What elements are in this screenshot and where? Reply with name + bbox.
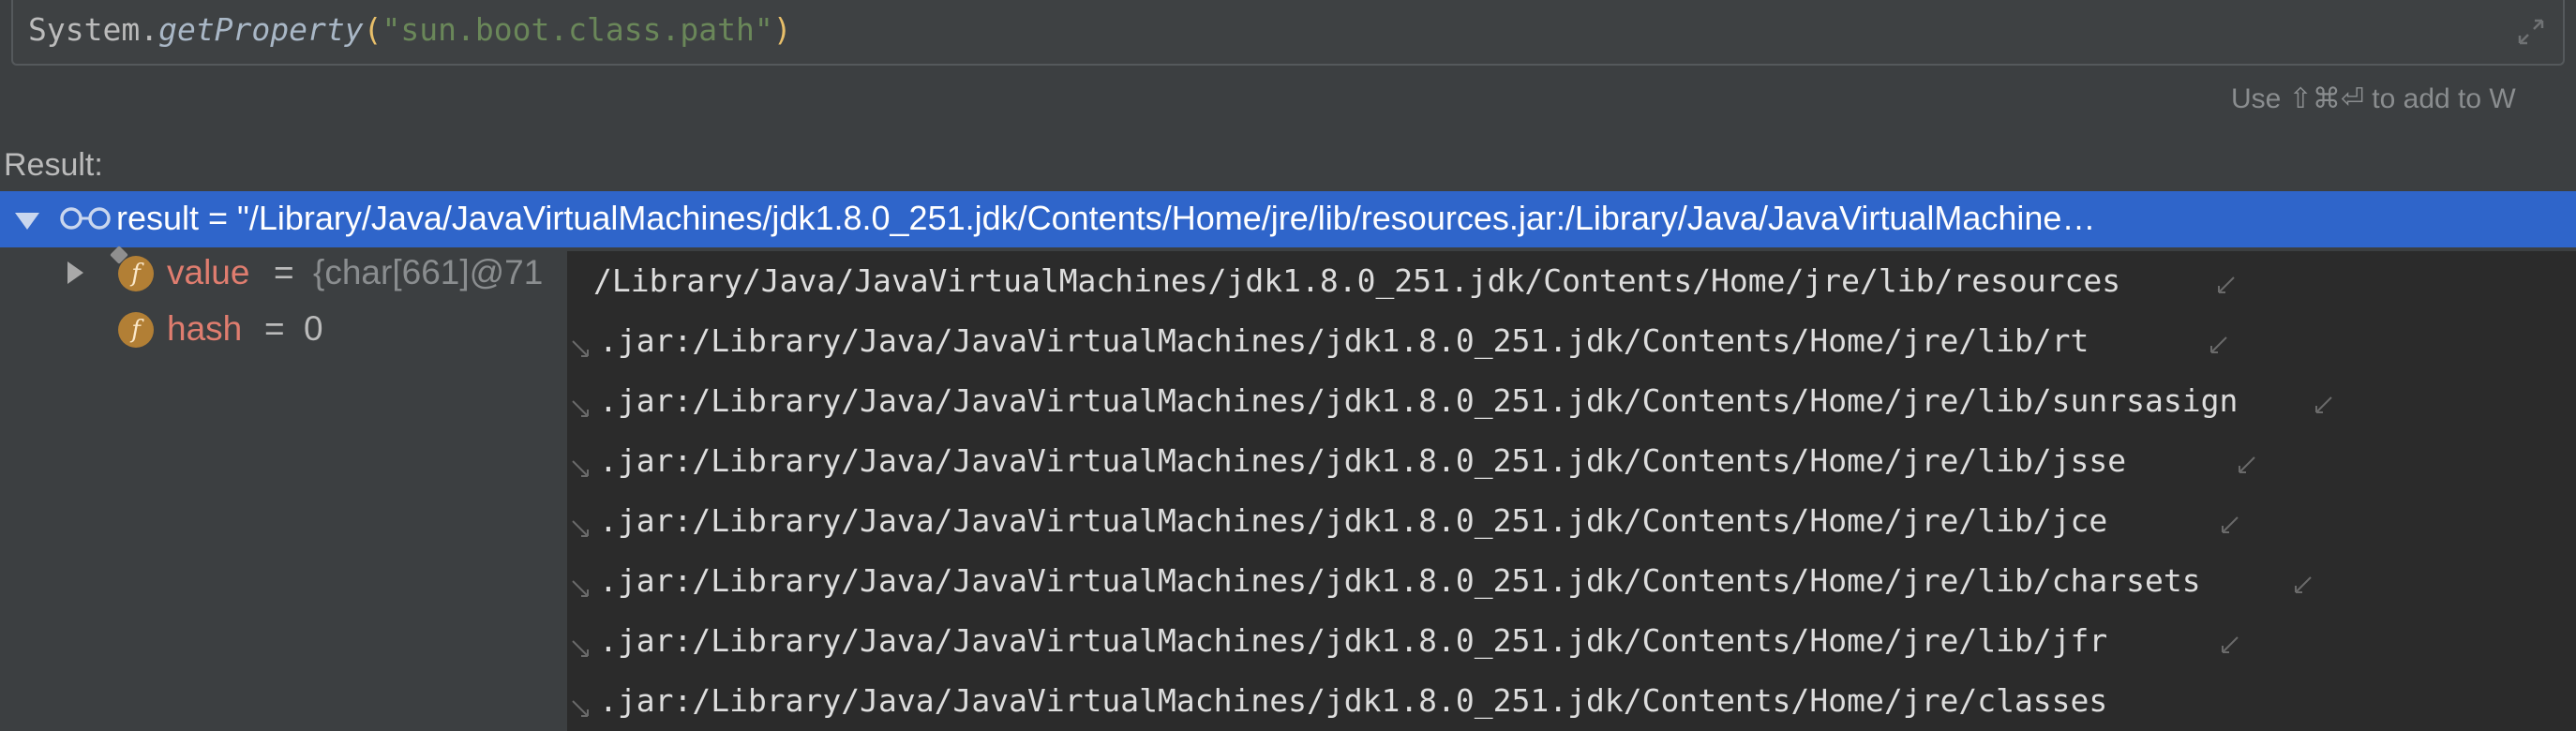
tooltip-line: .jar:/Library/Java/JavaVirtualMachines/j… xyxy=(567,491,2239,551)
tooltip-line: .jar:/Library/Java/JavaVirtualMachines/j… xyxy=(567,311,2227,371)
field-value-value: {char[661]@71 xyxy=(313,253,544,291)
expand-icon[interactable] xyxy=(2516,17,2546,47)
tooltip-line: .jar:/Library/Java/JavaVirtualMachines/j… xyxy=(567,371,2332,431)
soft-wrap-icon xyxy=(572,460,589,477)
expression-text[interactable]: System.getProperty("sun.boot.class.path"… xyxy=(28,9,792,51)
tooltip-line-text: .jar:/Library/Java/JavaVirtualMachines/j… xyxy=(599,622,2108,659)
tooltip-line-text: .jar:/Library/Java/JavaVirtualMachines/j… xyxy=(599,382,2239,419)
field-name-value: value xyxy=(167,253,250,291)
result-text: result = "/Library/Java/JavaVirtualMachi… xyxy=(116,199,2096,237)
soft-wrap-icon xyxy=(2218,276,2235,293)
soft-wrap-icon xyxy=(572,700,589,717)
tooltip-line-text: .jar:/Library/Java/JavaVirtualMachines/j… xyxy=(599,322,2089,359)
tooltip-line-text: .jar:/Library/Java/JavaVirtualMachines/j… xyxy=(599,562,2201,599)
glasses-icon xyxy=(60,207,111,230)
final-tag-icon xyxy=(110,246,128,264)
field-value-hash: 0 xyxy=(304,309,323,348)
soft-wrap-icon xyxy=(2295,576,2312,593)
result-row[interactable]: result = "/Library/Java/JavaVirtualMachi… xyxy=(0,191,2576,247)
soft-wrap-icon xyxy=(572,580,589,597)
soft-wrap-icon xyxy=(572,400,589,417)
value-tooltip[interactable]: /Library/Java/JavaVirtualMachines/jdk1.8… xyxy=(567,251,2576,731)
field-name-hash: hash xyxy=(167,309,243,348)
expression-method: getProperty xyxy=(158,11,364,48)
soft-wrap-icon xyxy=(2222,636,2239,653)
tooltip-line: .jar:/Library/Java/JavaVirtualMachines/j… xyxy=(567,611,2239,671)
tooltip-line: /Library/Java/JavaVirtualMachines/jdk1.8… xyxy=(567,251,2235,311)
tooltip-line-text: .jar:/Library/Java/JavaVirtualMachines/j… xyxy=(599,502,2108,539)
tooltip-line-text: /Library/Java/JavaVirtualMachines/jdk1.8… xyxy=(593,262,2121,299)
tooltip-line-text: .jar:/Library/Java/JavaVirtualMachines/j… xyxy=(599,442,2127,479)
equals-sign: = xyxy=(264,309,285,348)
tooltip-line: .jar:/Library/Java/JavaVirtualMachines/j… xyxy=(567,551,2312,611)
tooltip-line: .jar:/Library/Java/JavaVirtualMachines/j… xyxy=(567,431,2255,491)
result-label: Result: xyxy=(4,147,103,183)
expression-prefix: System. xyxy=(28,11,159,48)
collapse-arrow-icon[interactable] xyxy=(15,213,39,230)
expression-string: "sun.boot.class.path" xyxy=(382,11,773,48)
field-icon: f xyxy=(118,312,154,348)
expand-arrow-icon[interactable] xyxy=(67,261,83,284)
soft-wrap-icon xyxy=(572,640,589,657)
expression-editor[interactable]: System.getProperty("sun.boot.class.path"… xyxy=(11,0,2565,66)
soft-wrap-icon xyxy=(2222,516,2239,533)
soft-wrap-icon xyxy=(572,520,589,537)
tooltip-line-text: .jar:/Library/Java/JavaVirtualMachines/j… xyxy=(599,682,2108,719)
field-icon: f xyxy=(110,246,154,291)
soft-wrap-icon xyxy=(2239,456,2255,473)
tooltip-line: .jar:/Library/Java/JavaVirtualMachines/j… xyxy=(567,671,2107,731)
equals-sign: = xyxy=(274,253,294,291)
expression-open-paren: ( xyxy=(363,11,382,48)
soft-wrap-icon xyxy=(572,340,589,357)
soft-wrap-icon xyxy=(2210,336,2227,353)
soft-wrap-icon xyxy=(2315,396,2332,413)
add-to-watches-hint: Use ⇧⌘⏎ to add to W xyxy=(2231,83,2516,114)
expression-close-paren: ) xyxy=(772,11,792,48)
